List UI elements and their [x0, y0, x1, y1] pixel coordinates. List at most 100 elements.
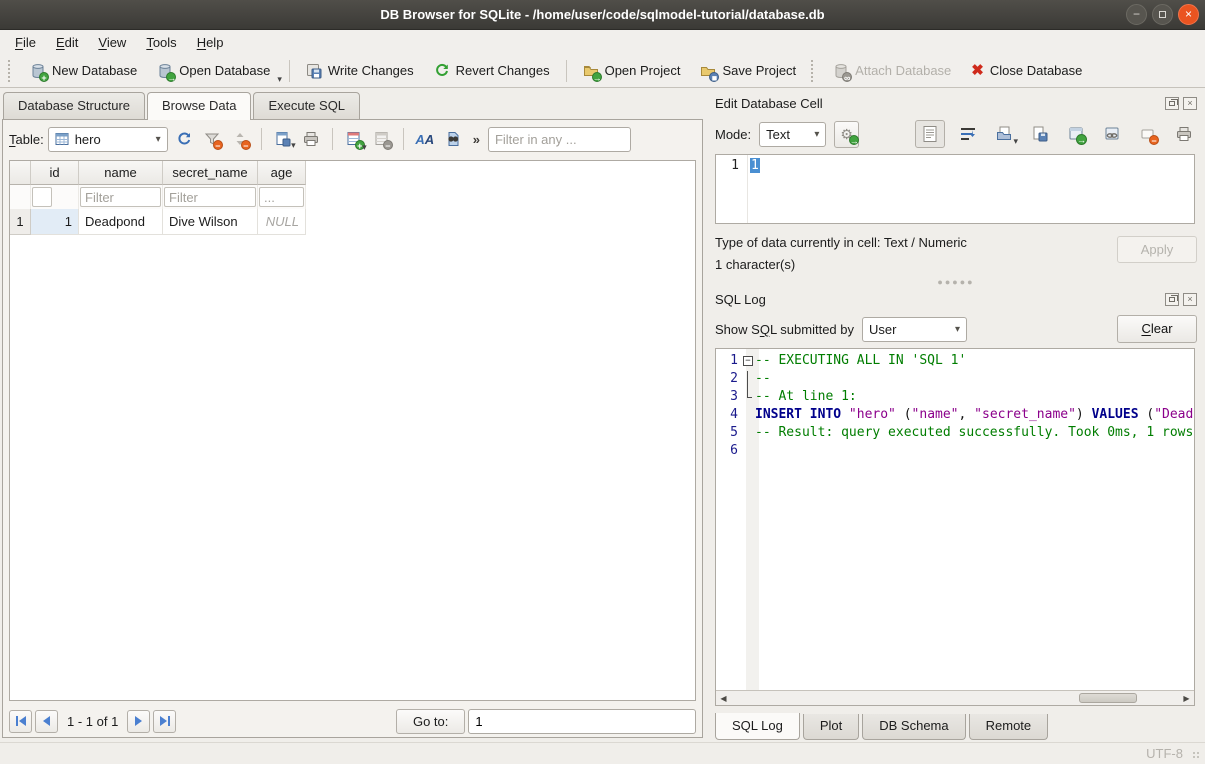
browse-data-panel: Table: hero ▾ −: [2, 119, 703, 738]
dock-tab-plot[interactable]: Plot: [803, 714, 859, 740]
filter-input-age[interactable]: [259, 187, 304, 207]
print-button[interactable]: [299, 127, 323, 151]
attach-database-button[interactable]: ∞ Attach Database: [824, 59, 960, 83]
cell-secret-name[interactable]: Dive Wilson: [163, 209, 258, 235]
scrollbar-thumb[interactable]: [1079, 693, 1136, 703]
filter-input-secret-name[interactable]: [164, 187, 256, 207]
apply-button[interactable]: Apply: [1117, 236, 1197, 263]
filter-input-id[interactable]: [32, 187, 52, 207]
maximize-button[interactable]: [1152, 4, 1173, 25]
chevron-down-icon: ▾: [955, 324, 960, 335]
fold-marker-icon[interactable]: −: [743, 356, 753, 366]
print-cell-button[interactable]: [1171, 122, 1197, 146]
float-dock-button[interactable]: [1165, 293, 1179, 306]
menu-edit[interactable]: Edit: [47, 32, 87, 53]
save-results-button[interactable]: ▾: [271, 127, 295, 151]
dock-tab-db-schema[interactable]: DB Schema: [862, 714, 965, 740]
next-record-icon: [135, 716, 142, 726]
delete-record-button[interactable]: −: [370, 127, 394, 151]
encoding-label[interactable]: UTF-8: [1146, 746, 1183, 761]
open-project-button[interactable]: → Open Project: [574, 59, 690, 83]
goto-input[interactable]: [468, 709, 696, 734]
tab-execute-sql[interactable]: Execute SQL: [253, 92, 360, 119]
clear-filters-button[interactable]: −: [200, 127, 224, 151]
toolbar-grip[interactable]: [8, 60, 15, 82]
show-sql-select[interactable]: User ▾: [862, 317, 967, 342]
word-wrap-button[interactable]: [955, 122, 981, 146]
menu-view[interactable]: View: [89, 32, 135, 53]
previous-record-icon: [43, 716, 50, 726]
float-dock-button[interactable]: [1165, 97, 1179, 110]
filter-cell-age: [258, 185, 306, 209]
insert-record-button[interactable]: + ▾: [342, 127, 366, 151]
toolbar-grip[interactable]: [811, 60, 818, 82]
goto-button[interactable]: Go to:: [396, 709, 465, 734]
new-database-button[interactable]: + New Database: [21, 59, 146, 83]
close-dock-button[interactable]: ×: [1183, 293, 1197, 306]
dropdown-icon: ▾: [362, 142, 367, 155]
column-header-age[interactable]: age: [258, 161, 306, 185]
column-header-id[interactable]: id: [31, 161, 79, 185]
sql-log-view[interactable]: 1 − -- EXECUTING ALL IN 'SQL 1' 2 -- 3 -…: [715, 348, 1195, 706]
save-project-icon: ■: [700, 63, 716, 79]
cell-editor[interactable]: 1 1: [715, 154, 1195, 224]
link-button[interactable]: [1099, 122, 1125, 146]
close-dock-button[interactable]: ×: [1183, 97, 1197, 110]
column-header-secret-name[interactable]: secret_name: [163, 161, 258, 185]
set-null-button[interactable]: −: [1135, 122, 1161, 146]
maximize-icon: [1159, 11, 1166, 18]
row-header[interactable]: 1: [10, 209, 31, 235]
tab-database-structure[interactable]: Database Structure: [3, 92, 145, 119]
open-database-icon: →: [157, 63, 173, 79]
export-file-button[interactable]: [1027, 122, 1053, 146]
close-button[interactable]: ×: [1178, 4, 1199, 25]
apply-cell-icon: →: [1068, 126, 1084, 142]
sql-log-controls: Show SQL submitted by User ▾ Clear: [715, 310, 1197, 348]
font-format-button[interactable]: AA: [413, 127, 437, 151]
dock-tab-sql-log[interactable]: SQL Log: [715, 713, 800, 740]
open-database-button[interactable]: → Open Database: [148, 59, 279, 83]
dock-splitter[interactable]: ●●●●●: [715, 276, 1197, 288]
menu-tools[interactable]: Tools: [137, 32, 185, 53]
table-select[interactable]: hero ▾: [48, 127, 168, 152]
cell-id[interactable]: 1: [31, 209, 79, 235]
apply-format-icon: ⚙→: [839, 126, 855, 142]
first-record-button[interactable]: [9, 710, 32, 733]
clear-log-button[interactable]: Clear: [1117, 315, 1197, 343]
mode-select[interactable]: Text ▾: [759, 122, 826, 147]
save-project-button[interactable]: ■ Save Project: [691, 59, 805, 83]
menu-file[interactable]: File: [6, 32, 45, 53]
browse-data-pane: Database Structure Browse Data Execute S…: [0, 88, 705, 742]
apply-cell-button[interactable]: →: [1063, 122, 1089, 146]
horizontal-scrollbar[interactable]: ◀ ▶: [716, 690, 1194, 705]
apply-format-button[interactable]: ⚙→: [834, 121, 859, 148]
clear-sort-button[interactable]: −: [228, 127, 252, 151]
cell-age[interactable]: NULL: [258, 209, 306, 235]
text-view-button[interactable]: [915, 120, 945, 148]
cell-name[interactable]: Deadpond: [79, 209, 163, 235]
close-database-button[interactable]: ✖ Close Database: [962, 59, 1091, 83]
titlebar[interactable]: DB Browser for SQLite - /home/user/code/…: [0, 0, 1205, 30]
scroll-right-icon[interactable]: ▶: [1179, 694, 1194, 703]
filter-input-name[interactable]: [80, 187, 161, 207]
revert-changes-button[interactable]: Revert Changes: [425, 59, 559, 83]
next-record-button[interactable]: [127, 710, 150, 733]
find-button[interactable]: [441, 127, 465, 151]
last-record-button[interactable]: [153, 710, 176, 733]
grid-corner-header[interactable]: [10, 161, 31, 185]
import-file-button[interactable]: ▾: [991, 122, 1017, 146]
cell-editor-value[interactable]: 1: [750, 158, 760, 173]
write-changes-button[interactable]: Write Changes: [297, 59, 423, 83]
previous-record-button[interactable]: [35, 710, 58, 733]
resize-grip[interactable]: [1192, 751, 1202, 761]
minimize-button[interactable]: −: [1126, 4, 1147, 25]
column-header-name[interactable]: name: [79, 161, 163, 185]
refresh-button[interactable]: [172, 127, 196, 151]
open-database-dropdown-icon[interactable]: ▾: [277, 74, 282, 87]
tab-browse-data[interactable]: Browse Data: [147, 92, 251, 120]
toolbar-overflow-button[interactable]: »: [469, 132, 484, 147]
scroll-left-icon[interactable]: ◀: [716, 694, 731, 703]
dock-tab-remote[interactable]: Remote: [969, 714, 1049, 740]
menu-help[interactable]: Help: [188, 32, 233, 53]
filter-any-input[interactable]: [488, 127, 631, 152]
